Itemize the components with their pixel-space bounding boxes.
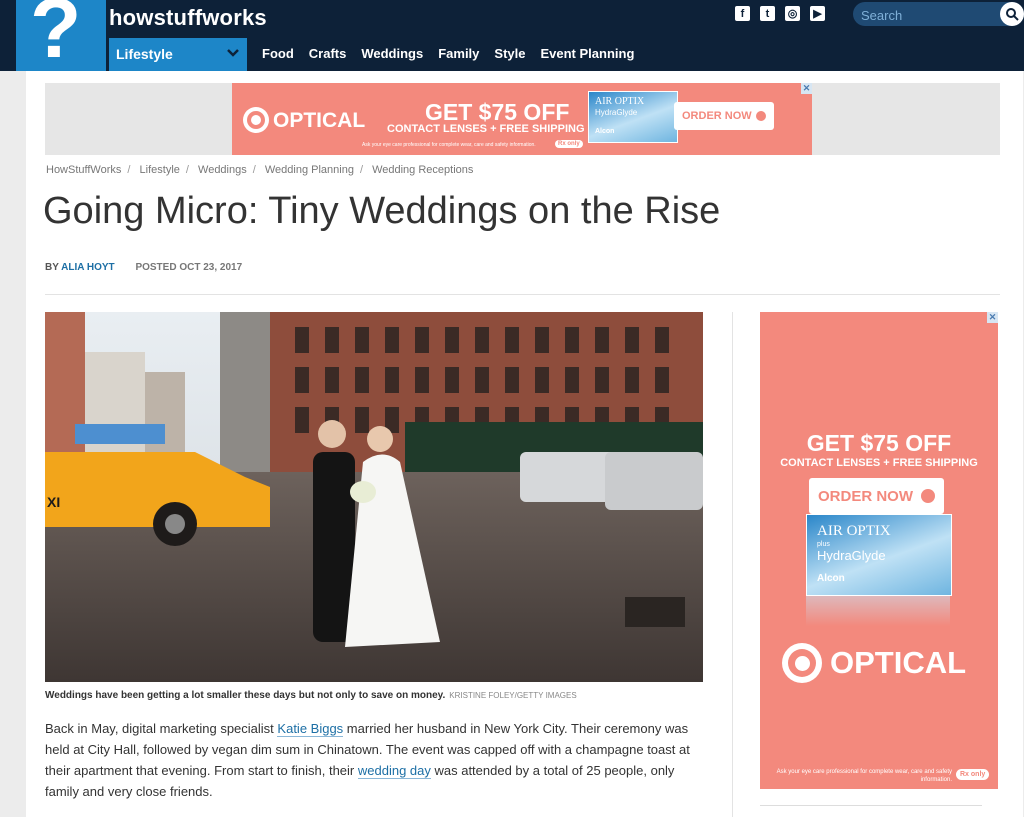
hero-image: XI <box>45 312 703 682</box>
target-logo-icon <box>782 643 822 683</box>
wedding-photo: XI <box>45 312 703 682</box>
ad-subline: CONTACT LENSES + FREE SHIPPING <box>387 123 585 135</box>
target-logo-icon <box>243 107 269 133</box>
search-button[interactable] <box>1000 2 1024 26</box>
side-ad-rx: Rx only <box>956 769 990 780</box>
youtube-icon[interactable]: ▶ <box>810 6 825 21</box>
nav-item-crafts[interactable]: Crafts <box>309 46 347 61</box>
side-product-box: AIR OPTIX plus HydraGlyde Alcon <box>806 514 952 596</box>
side-ad-close-button[interactable]: ✕ <box>987 312 998 323</box>
ad-order-button[interactable]: ORDER NOW <box>674 102 774 130</box>
side-ad-order-button[interactable]: ORDER NOW <box>809 478 944 514</box>
taxi-label: XI <box>47 494 60 510</box>
play-icon <box>921 489 935 503</box>
nav-item-family[interactable]: Family <box>438 46 479 61</box>
site-header: ? howstuffworks f t ◎ ▶ Lifestyle Food C… <box>0 0 1024 71</box>
top-ad-banner[interactable]: OPTICAL GET $75 OFF CONTACT LENSES + FRE… <box>232 83 812 155</box>
product-sub: HydraGlyde <box>595 108 638 117</box>
caption-text: Weddings have been getting a lot smaller… <box>45 690 446 701</box>
by-label: BY <box>45 262 59 273</box>
ad-brand: OPTICAL <box>273 109 366 132</box>
play-icon <box>756 111 766 121</box>
nav-item-food[interactable]: Food <box>262 46 294 61</box>
section-dropdown-label: Lifestyle <box>116 46 173 62</box>
side-ad-fine-print: Ask your eye care professional for compl… <box>776 769 952 783</box>
product-maker: Alcon <box>595 128 615 135</box>
facebook-icon[interactable]: f <box>735 6 750 21</box>
author-link[interactable]: ALIA HOYT <box>61 262 115 273</box>
social-links: f t ◎ ▶ <box>735 6 825 21</box>
top-ad-close-button[interactable]: ✕ <box>801 83 812 94</box>
side-ad-banner[interactable]: GET $75 OFF CONTACT LENSES + FREE SHIPPI… <box>760 312 998 789</box>
side-ad-headline: GET $75 OFF <box>806 430 952 456</box>
breadcrumb: HowStuffWorks / Lifestyle / Weddings / Wedd… <box>46 164 473 176</box>
product-sub: HydraGlyde <box>817 548 886 563</box>
product-reflection <box>806 596 950 626</box>
posted-date: POSTED OCT 23, 2017 <box>135 262 243 273</box>
photo-credit: KRISTINE FOLEY/GETTY IMAGES <box>449 691 577 700</box>
search-input[interactable] <box>859 5 1003 25</box>
image-caption: Weddings have been getting a lot smaller… <box>45 690 577 701</box>
inline-link-katie-biggs[interactable]: Katie Biggs <box>277 721 344 737</box>
breadcrumb-item[interactable]: Weddings <box>198 164 247 176</box>
product-name: AIR OPTIX <box>595 96 645 107</box>
byline: BY ALIA HOYT POSTED OCT 23, 2017 <box>45 262 242 273</box>
side-ad-order-label: ORDER NOW <box>818 488 913 505</box>
ad-headline: GET $75 OFF <box>425 99 570 125</box>
breadcrumb-separator: / <box>359 164 364 176</box>
breadcrumb-separator: / <box>127 164 131 176</box>
column-divider <box>732 312 733 817</box>
ad-fine-print: Ask your eye care professional for compl… <box>362 142 536 148</box>
section-dropdown[interactable]: Lifestyle <box>109 38 247 71</box>
side-ad-brand: OPTICAL <box>830 645 967 680</box>
chevron-down-icon <box>227 49 239 57</box>
paragraph-text: Back in May, digital marketing specialis… <box>45 721 278 736</box>
breadcrumb-item[interactable]: Wedding Planning <box>265 164 354 176</box>
inline-link-wedding-day[interactable]: wedding day <box>357 763 431 779</box>
nav-item-weddings[interactable]: Weddings <box>361 46 423 61</box>
ad-order-label: ORDER NOW <box>682 110 752 122</box>
instagram-icon[interactable]: ◎ <box>785 6 800 21</box>
article-paragraph: Back in May, digital marketing specialis… <box>45 718 710 802</box>
ad-rx: Rx only <box>555 140 583 148</box>
twitter-icon[interactable]: t <box>760 6 775 21</box>
page-title: Going Micro: Tiny Weddings on the Rise <box>43 190 721 232</box>
sidebar-divider <box>760 805 982 806</box>
product-box: AIR OPTIX HydraGlyde Alcon <box>588 91 678 143</box>
divider <box>45 294 1000 295</box>
breadcrumb-item[interactable]: HowStuffWorks <box>46 164 121 176</box>
nav-item-style[interactable]: Style <box>494 46 525 61</box>
nav-item-event-planning[interactable]: Event Planning <box>540 46 634 61</box>
search-icon <box>1006 8 1019 21</box>
breadcrumb-item[interactable]: Lifestyle <box>140 164 180 176</box>
side-ad-subline: CONTACT LENSES + FREE SHIPPING <box>780 457 978 469</box>
nav-menu: Food Crafts Weddings Family Style Event … <box>262 46 649 61</box>
breadcrumb-separator: / <box>252 164 256 176</box>
search-box <box>853 2 1024 26</box>
product-plus: plus <box>817 541 830 548</box>
product-maker: Alcon <box>817 573 845 584</box>
breadcrumb-separator: / <box>185 164 189 176</box>
brand-wordmark[interactable]: howstuffworks <box>109 5 267 31</box>
logo-glyph: ? <box>30 0 82 71</box>
product-name: AIR OPTIX <box>817 523 891 539</box>
logo-question-mark[interactable]: ? <box>16 0 106 71</box>
breadcrumb-item[interactable]: Wedding Receptions <box>372 164 473 176</box>
